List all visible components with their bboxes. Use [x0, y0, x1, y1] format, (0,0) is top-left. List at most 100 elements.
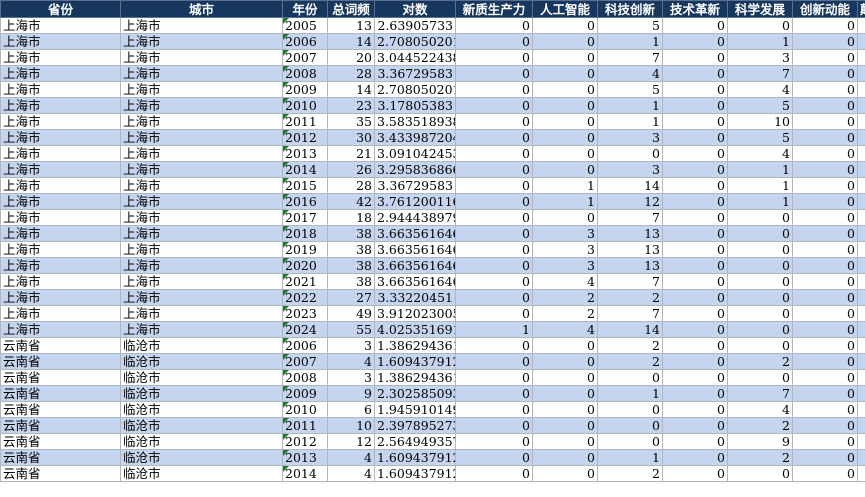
cell-tech-reform[interactable]: 0	[662, 369, 728, 386]
cell-new-productivity[interactable]: 0	[455, 129, 533, 146]
cell-tech-innovation[interactable]: 14	[597, 177, 663, 194]
cell-city[interactable]: 上海市	[120, 33, 283, 50]
cell-new-productivity[interactable]: 0	[455, 225, 533, 242]
cell-tech-reform[interactable]: 0	[662, 289, 728, 306]
cell-total-freq[interactable]: 3	[327, 337, 375, 354]
cell-year[interactable]: 2010	[282, 401, 328, 418]
cell-sci-development[interactable]: 0	[727, 289, 793, 306]
cell-tech-innovation[interactable]: 2	[597, 289, 663, 306]
cell-ai[interactable]: 0	[532, 401, 598, 418]
cell-log[interactable]: 3.295836866	[374, 161, 456, 178]
cell-disruption[interactable]	[857, 145, 865, 162]
cell-tech-innovation[interactable]: 7	[597, 305, 663, 322]
cell-new-productivity[interactable]: 0	[455, 33, 533, 50]
cell-new-productivity[interactable]: 0	[455, 257, 533, 274]
cell-ai[interactable]: 1	[532, 193, 598, 210]
cell-total-freq[interactable]: 14	[327, 33, 375, 50]
cell-log[interactable]: 3.36729583	[374, 177, 456, 194]
cell-province[interactable]: 云南省	[0, 353, 121, 370]
cell-city[interactable]: 上海市	[120, 113, 283, 130]
cell-city[interactable]: 上海市	[120, 257, 283, 274]
cell-city[interactable]: 临沧市	[120, 401, 283, 418]
cell-new-productivity[interactable]: 0	[455, 145, 533, 162]
cell-province[interactable]: 上海市	[0, 113, 121, 130]
cell-year[interactable]: 2013	[282, 449, 328, 466]
cell-tech-reform[interactable]: 0	[662, 17, 728, 34]
cell-ai[interactable]: 2	[532, 305, 598, 322]
cell-disruption[interactable]	[857, 241, 865, 258]
cell-log[interactable]: 2.63905733	[374, 17, 456, 34]
cell-city[interactable]: 临沧市	[120, 385, 283, 402]
cell-province[interactable]: 上海市	[0, 145, 121, 162]
header-city[interactable]: 城市	[120, 0, 283, 18]
cell-year[interactable]: 2006	[282, 33, 328, 50]
cell-log[interactable]: 1.609437912	[374, 465, 456, 482]
cell-year[interactable]: 2019	[282, 241, 328, 258]
cell-innovation-momentum[interactable]: 0	[792, 145, 858, 162]
cell-ai[interactable]: 0	[532, 113, 598, 130]
cell-year[interactable]: 2023	[282, 305, 328, 322]
cell-disruption[interactable]	[857, 273, 865, 290]
cell-city[interactable]: 上海市	[120, 241, 283, 258]
cell-innovation-momentum[interactable]: 0	[792, 273, 858, 290]
cell-city[interactable]: 上海市	[120, 65, 283, 82]
cell-sci-development[interactable]: 1	[727, 161, 793, 178]
cell-city[interactable]: 上海市	[120, 145, 283, 162]
cell-disruption[interactable]	[857, 225, 865, 242]
cell-city[interactable]: 临沧市	[120, 465, 283, 482]
cell-tech-reform[interactable]: 0	[662, 81, 728, 98]
cell-sci-development[interactable]: 9	[727, 433, 793, 450]
cell-tech-innovation[interactable]: 2	[597, 465, 663, 482]
cell-sci-development[interactable]: 2	[727, 353, 793, 370]
cell-innovation-momentum[interactable]: 0	[792, 177, 858, 194]
cell-new-productivity[interactable]: 0	[455, 113, 533, 130]
cell-city[interactable]: 上海市	[120, 273, 283, 290]
cell-log[interactable]: 3.044522438	[374, 49, 456, 66]
cell-ai[interactable]: 0	[532, 129, 598, 146]
cell-new-productivity[interactable]: 0	[455, 241, 533, 258]
cell-disruption[interactable]	[857, 257, 865, 274]
cell-year[interactable]: 2009	[282, 81, 328, 98]
cell-year[interactable]: 2013	[282, 145, 328, 162]
cell-tech-innovation[interactable]: 1	[597, 113, 663, 130]
cell-tech-innovation[interactable]: 1	[597, 449, 663, 466]
cell-tech-innovation[interactable]: 13	[597, 241, 663, 258]
cell-sci-development[interactable]: 0	[727, 225, 793, 242]
cell-log[interactable]: 2.564949357	[374, 433, 456, 450]
header-new-productivity[interactable]: 新质生产力	[455, 0, 533, 18]
cell-new-productivity[interactable]: 0	[455, 289, 533, 306]
cell-tech-innovation[interactable]: 3	[597, 161, 663, 178]
cell-new-productivity[interactable]: 0	[455, 433, 533, 450]
cell-new-productivity[interactable]: 0	[455, 417, 533, 434]
cell-province[interactable]: 云南省	[0, 433, 121, 450]
cell-log[interactable]: 3.433987204	[374, 129, 456, 146]
cell-sci-development[interactable]: 10	[727, 113, 793, 130]
cell-year[interactable]: 2014	[282, 161, 328, 178]
cell-total-freq[interactable]: 38	[327, 241, 375, 258]
cell-ai[interactable]: 3	[532, 225, 598, 242]
cell-ai[interactable]: 0	[532, 433, 598, 450]
cell-new-productivity[interactable]: 0	[455, 81, 533, 98]
cell-tech-reform[interactable]: 0	[662, 449, 728, 466]
cell-disruption[interactable]	[857, 33, 865, 50]
cell-disruption[interactable]	[857, 305, 865, 322]
cell-innovation-momentum[interactable]: 0	[792, 193, 858, 210]
cell-year[interactable]: 2006	[282, 337, 328, 354]
cell-log[interactable]: 1.945910149	[374, 401, 456, 418]
cell-innovation-momentum[interactable]: 0	[792, 225, 858, 242]
header-tech-innovation[interactable]: 科技创新	[597, 0, 663, 18]
header-log[interactable]: 对数	[374, 0, 456, 18]
cell-innovation-momentum[interactable]: 0	[792, 65, 858, 82]
cell-sci-development[interactable]: 0	[727, 337, 793, 354]
cell-ai[interactable]: 0	[532, 369, 598, 386]
cell-disruption[interactable]	[857, 193, 865, 210]
header-total-freq[interactable]: 总词频	[327, 0, 375, 18]
cell-new-productivity[interactable]: 0	[455, 305, 533, 322]
cell-city[interactable]: 临沧市	[120, 337, 283, 354]
cell-innovation-momentum[interactable]: 0	[792, 433, 858, 450]
cell-ai[interactable]: 2	[532, 289, 598, 306]
cell-total-freq[interactable]: 38	[327, 225, 375, 242]
cell-total-freq[interactable]: 38	[327, 273, 375, 290]
spreadsheet-grid[interactable]: 省份城市年份总词频对数新质生产力人工智能科技创新技术革新科学发展创新动能颠覆 上…	[0, 0, 865, 497]
cell-ai[interactable]: 0	[532, 353, 598, 370]
